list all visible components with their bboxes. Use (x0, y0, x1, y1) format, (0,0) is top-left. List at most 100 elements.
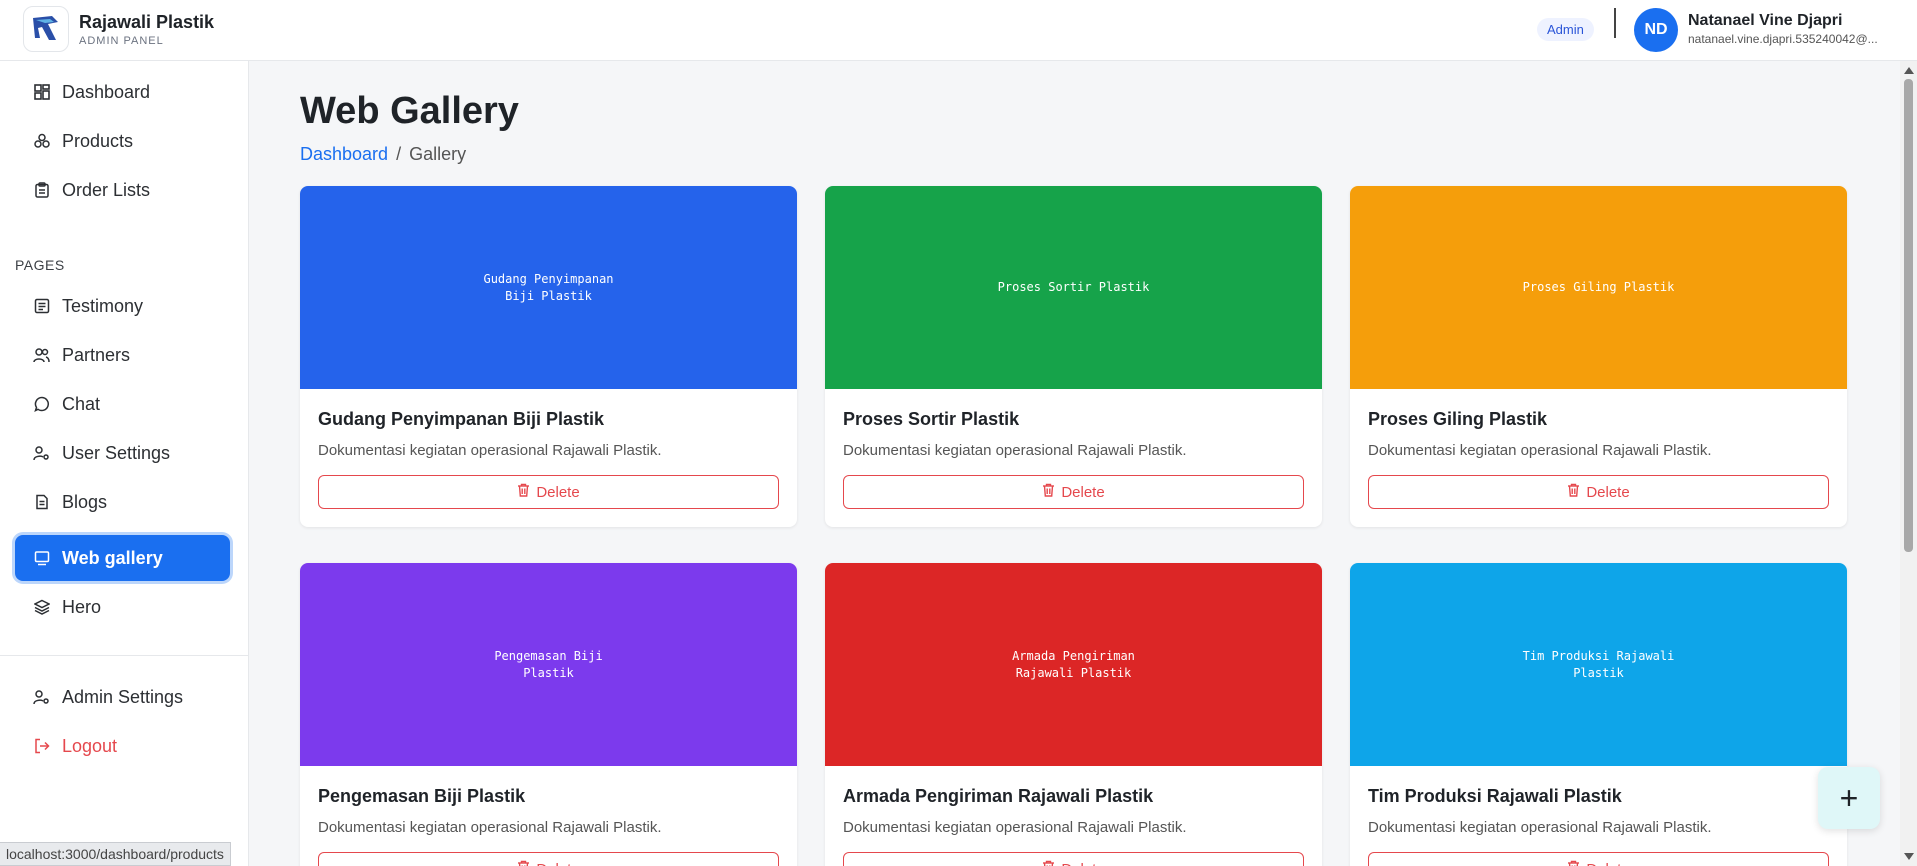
sidebar-item-label: Hero (62, 596, 102, 617)
gallery-card-image: Gudang Penyimpanan Biji Plastik (300, 186, 797, 389)
delete-button[interactable]: Delete (318, 475, 779, 509)
gallery-card: Proses Sortir Plastik Proses Sortir Plast… (825, 186, 1322, 527)
gallery-card-description: Dokumentasi kegiatan operasional Rajawal… (843, 819, 1187, 836)
gallery-card: Armada Pengiriman Rajawali Plastik Armada… (825, 563, 1322, 866)
sidebar-divider (0, 655, 249, 656)
delete-button-label: Delete (536, 483, 580, 501)
sidebar-item-label: User Settings (62, 442, 171, 463)
trash-icon (1567, 483, 1580, 501)
users-icon (33, 347, 50, 364)
sidebar-item-chat[interactable]: Chat (15, 381, 230, 427)
trash-icon (1042, 483, 1055, 501)
scroll-up-arrow-icon[interactable] (1904, 67, 1914, 74)
header-divider (1614, 8, 1616, 38)
chat-bubble-icon (33, 396, 50, 413)
delete-button[interactable]: Delete (1368, 475, 1829, 509)
gallery-card-image: Proses Sortir Plastik (825, 186, 1322, 389)
sidebar-item-blogs[interactable]: Blogs (15, 479, 230, 525)
user-cog-icon (33, 689, 50, 706)
sidebar-item-label: Logout (62, 735, 118, 756)
sidebar-item-user-settings[interactable]: User Settings (15, 430, 230, 476)
sidebar-item-products[interactable]: Products (15, 118, 230, 164)
delete-button-label: Delete (1586, 861, 1629, 866)
gallery-card: Proses Giling Plastik Proses Giling Plast… (1350, 186, 1847, 527)
gallery-card-title: Tim Produksi Rajawali Plastik (1368, 786, 1622, 806)
avatar[interactable]: ND (1634, 8, 1678, 52)
rajawali-logo-icon (23, 6, 69, 52)
gallery-card-image: Proses Giling Plastik (1350, 186, 1847, 389)
sidebar-item-label: Admin Settings (62, 686, 184, 707)
role-badge: Admin (1537, 18, 1594, 41)
gallery-card-description: Dokumentasi kegiatan operasional Rajawal… (843, 442, 1187, 459)
breadcrumb-current: Gallery (409, 144, 467, 164)
sidebar-item-label: Partners (62, 344, 131, 365)
message-square-icon (33, 298, 50, 315)
breadcrumb-link-dashboard[interactable]: Dashboard (300, 144, 388, 165)
sidebar-item-dashboard[interactable]: Dashboard (15, 69, 230, 115)
breadcrumb: Dashboard / Gallery (300, 144, 466, 165)
trash-icon (517, 483, 530, 501)
sidebar-item-order-lists[interactable]: Order Lists (15, 167, 230, 213)
gallery-card-title: Armada Pengiriman Rajawali Plastik (843, 786, 1154, 806)
sidebar-item-label: Products (62, 130, 134, 151)
gallery-card-title: Proses Sortir Plastik (843, 409, 1020, 429)
sidebar-item-label: Blogs (62, 491, 108, 512)
sidebar-item-partners[interactable]: Partners (15, 332, 230, 378)
delete-button[interactable]: Delete (843, 852, 1304, 866)
brand[interactable]: Rajawali Plastik ADMIN PANEL (23, 6, 214, 52)
sidebar-item-label: Chat (62, 393, 101, 414)
gallery-card-description: Dokumentasi kegiatan operasional Rajawal… (318, 442, 662, 459)
delete-button-label: Delete (1061, 483, 1105, 501)
page-title: Web Gallery (300, 90, 519, 132)
scrollbar[interactable] (1900, 61, 1917, 866)
dashboard-grid-icon (33, 84, 50, 101)
delete-button-label: Delete (1061, 861, 1104, 866)
breadcrumb-separator: / (396, 144, 402, 164)
gallery-card: Gudang Penyimpanan Biji Plastik Gudang Pe… (300, 186, 797, 527)
sidebar-item-label: Web gallery (62, 547, 163, 568)
sidebar-item-testimony[interactable]: Testimony (15, 283, 230, 329)
gallery-card-image: Armada Pengiriman Rajawali Plastik (825, 563, 1322, 766)
gallery-card: Pengemasan Biji Plastik Pengemasan Biji P… (300, 563, 797, 866)
clipboard-icon (33, 182, 50, 199)
gallery-card-image: Pengemasan Biji Plastik (300, 563, 797, 766)
sidebar-item-admin-settings[interactable]: Admin Settings (15, 674, 230, 720)
user-cog-icon (33, 445, 50, 462)
trash-icon (517, 860, 530, 866)
sidebar-item-label: Order Lists (62, 179, 151, 200)
gallery-card-title: Proses Giling Plastik (1368, 409, 1548, 429)
gallery-card-image: Tim Produksi Rajawali Plastik (1350, 563, 1847, 766)
scroll-thumb[interactable] (1904, 79, 1913, 552)
sidebar-item-label: Testimony (62, 295, 144, 316)
sidebar-item-label: Dashboard (62, 81, 151, 102)
monitor-icon (33, 550, 50, 567)
sidebar-item-logout[interactable]: Logout (15, 723, 230, 769)
scroll-down-arrow-icon[interactable] (1904, 853, 1914, 860)
sidebar: Dashboard Products Order Lists PAGES Tes… (0, 61, 249, 866)
section-label-pages: PAGES (15, 257, 65, 273)
brand-subtitle: ADMIN PANEL (79, 34, 164, 47)
top-header: Rajawali Plastik ADMIN PANEL Admin ND Na… (0, 0, 1917, 61)
layers-icon (33, 599, 50, 616)
trash-icon (1567, 860, 1580, 866)
add-gallery-button[interactable]: + (1818, 767, 1880, 829)
gallery-card: Tim Produksi Rajawali Plastik Tim Produks… (1350, 563, 1847, 866)
file-text-icon (33, 494, 50, 511)
gallery-card-title: Gudang Penyimpanan Biji Plastik (318, 409, 605, 429)
gallery-card-description: Dokumentasi kegiatan operasional Rajawal… (318, 819, 662, 836)
gallery-card-description: Dokumentasi kegiatan operasional Rajawal… (1368, 819, 1712, 836)
gallery-card-title: Pengemasan Biji Plastik (318, 786, 526, 806)
delete-button[interactable]: Delete (843, 475, 1304, 509)
user-email: natanael.vine.djapri.535240042@... (1688, 32, 1878, 46)
brand-name: Rajawali Plastik (79, 11, 215, 32)
delete-button[interactable]: Delete (318, 852, 779, 866)
boxes-icon (33, 133, 50, 150)
logout-icon (33, 738, 50, 755)
sidebar-item-hero[interactable]: Hero (15, 584, 230, 630)
delete-button-label: Delete (536, 861, 579, 866)
gallery-card-description: Dokumentasi kegiatan operasional Rajawal… (1368, 442, 1712, 459)
delete-button[interactable]: Delete (1368, 852, 1829, 866)
status-url: localhost:3000/dashboard/products (0, 842, 231, 866)
sidebar-item-web-gallery[interactable]: Web gallery (15, 535, 230, 581)
trash-icon (1042, 860, 1055, 866)
